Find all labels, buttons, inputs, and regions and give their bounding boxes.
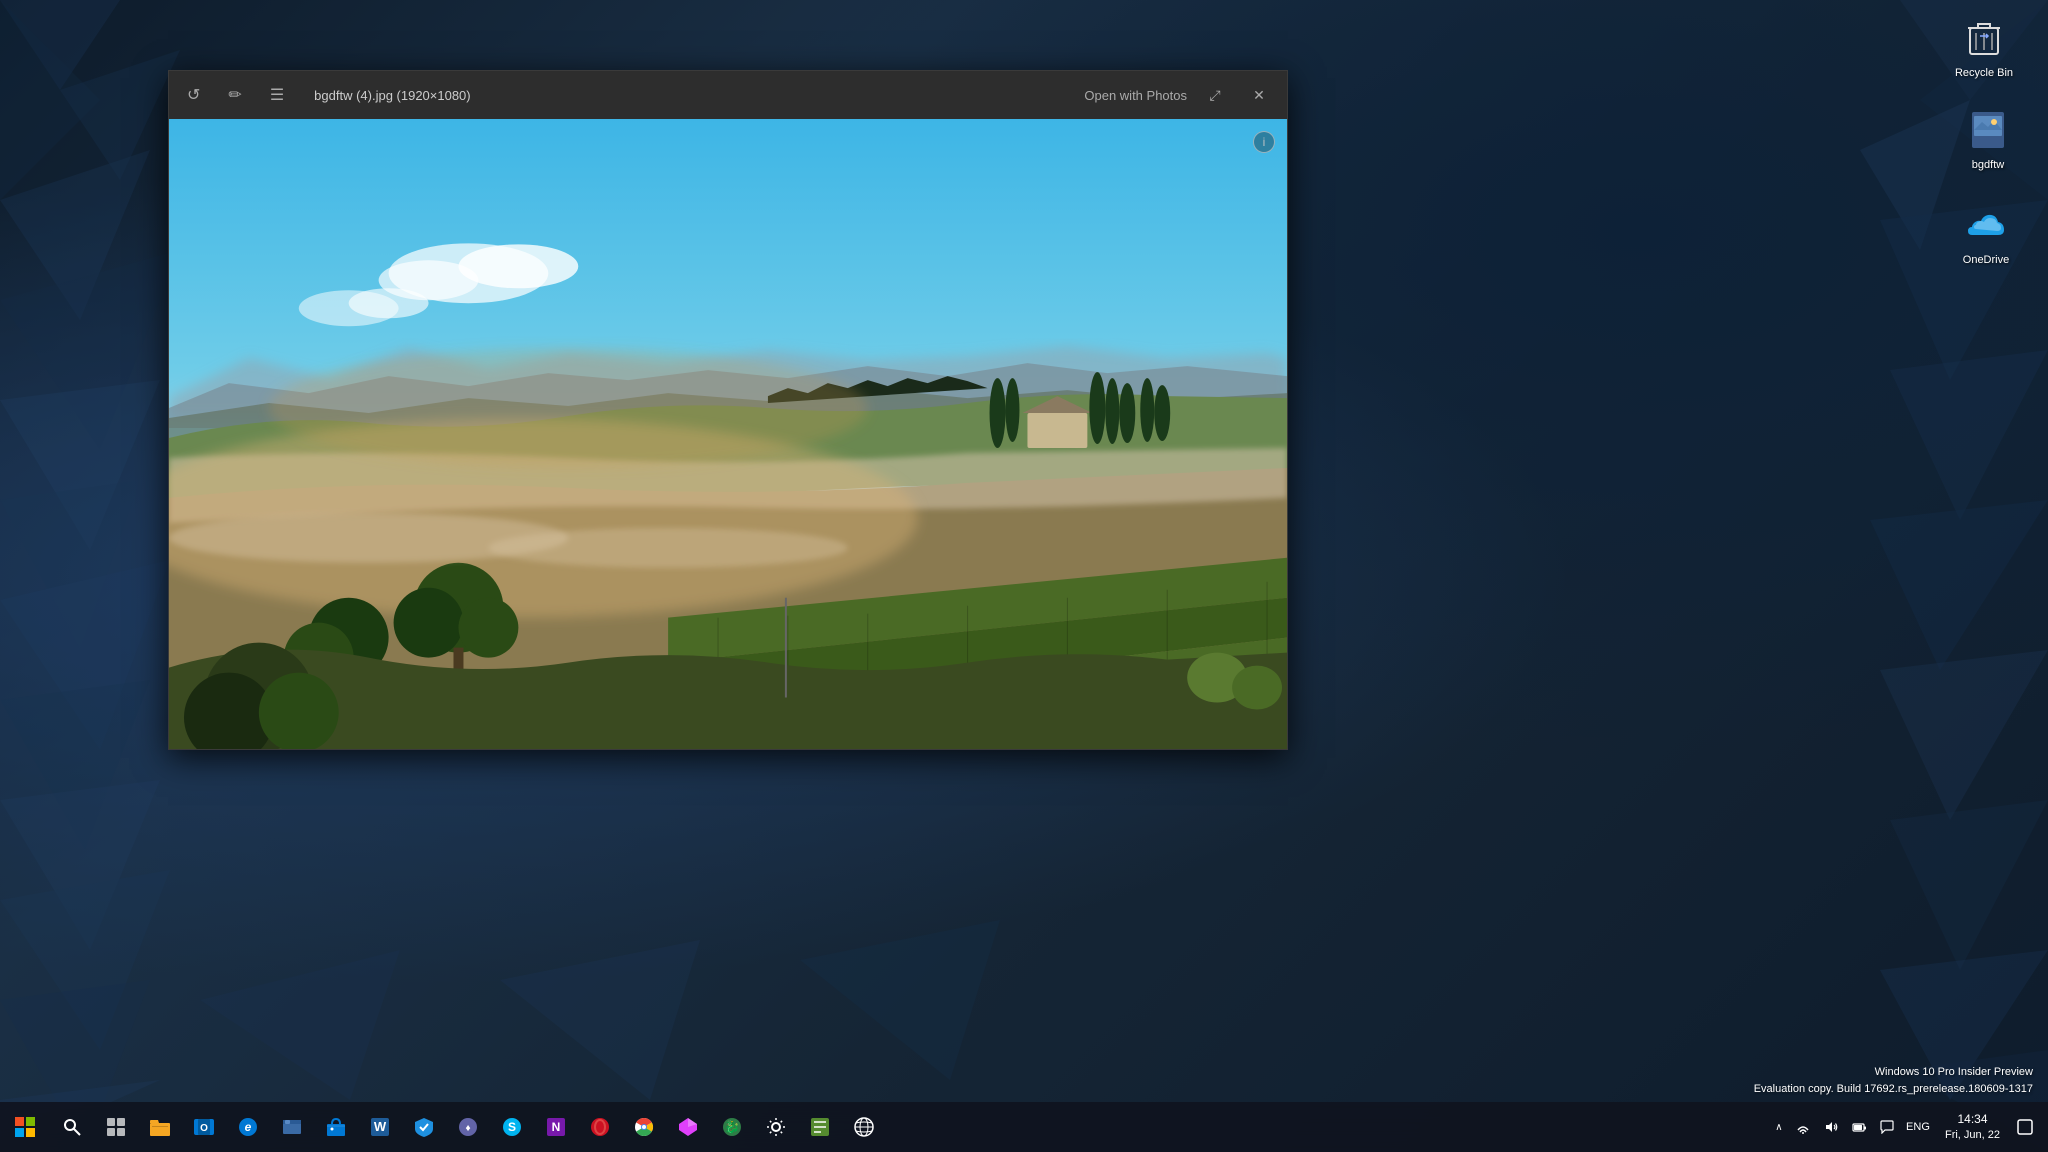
menu-button[interactable]: ☰	[264, 81, 290, 109]
taskbar-explorer[interactable]	[270, 1102, 314, 1152]
titlebar-right: Open with Photos ⤢ ✕	[1084, 71, 1275, 119]
taskbar-apps: O e	[138, 1102, 1769, 1152]
rotate-button[interactable]: ↺	[181, 81, 206, 109]
open-with-photos-button[interactable]: Open with Photos	[1084, 88, 1187, 103]
start-button[interactable]	[0, 1102, 50, 1152]
onedrive-image	[1962, 201, 2010, 249]
recycle-bin-image	[1960, 14, 2008, 62]
taskbar: O e	[0, 1102, 2048, 1152]
bgdftw-file-icon[interactable]: bgdftw	[1948, 100, 2028, 178]
taskbar-chrome[interactable]	[622, 1102, 666, 1152]
clock-time: 14:34	[1957, 1112, 1987, 1128]
svg-text:W: W	[374, 1119, 387, 1134]
system-tray: ∧	[1769, 1102, 2048, 1152]
taskbar-store[interactable]	[314, 1102, 358, 1152]
language-label: ENG	[1906, 1121, 1930, 1133]
titlebar-left: ↺ ✏ ☰ bgdftw (4).jpg (1920×1080)	[181, 81, 471, 109]
edit-button[interactable]: ✏	[222, 81, 247, 109]
taskbar-file-explorer[interactable]	[138, 1102, 182, 1152]
task-view-button[interactable]	[94, 1102, 138, 1152]
tray-language-button[interactable]: ENG	[1901, 1102, 1935, 1152]
taskbar-word[interactable]: W	[358, 1102, 402, 1152]
search-button[interactable]	[50, 1102, 94, 1152]
close-button[interactable]: ✕	[1243, 79, 1275, 111]
taskbar-opera[interactable]	[578, 1102, 622, 1152]
clock-date: Fri, Jun, 22	[1945, 1128, 2000, 1142]
onedrive-label: OneDrive	[1963, 253, 2009, 267]
taskbar-edge[interactable]: e	[226, 1102, 270, 1152]
onedrive-icon[interactable]: OneDrive	[1946, 195, 2026, 273]
photo-content: i	[169, 119, 1287, 749]
svg-text:e: e	[245, 1120, 252, 1134]
bgdftw-image	[1964, 106, 2012, 154]
taskbar-app1[interactable]: ♦	[446, 1102, 490, 1152]
tray-chat-icon[interactable]	[1873, 1102, 1901, 1152]
svg-text:N: N	[552, 1120, 561, 1134]
taskbar-snipping[interactable]	[798, 1102, 842, 1152]
tray-volume-icon[interactable]	[1817, 1102, 1845, 1152]
taskbar-app3[interactable]: 🐉	[710, 1102, 754, 1152]
maximize-button[interactable]: ⤢	[1199, 79, 1231, 111]
photo-image	[169, 119, 1287, 749]
svg-text:🐉: 🐉	[725, 1120, 740, 1134]
taskbar-app2[interactable]	[666, 1102, 710, 1152]
svg-text:S: S	[508, 1120, 516, 1134]
info-button[interactable]: i	[1253, 131, 1275, 153]
taskbar-settings[interactable]	[754, 1102, 798, 1152]
photo-viewer-window: ↺ ✏ ☰ bgdftw (4).jpg (1920×1080) Open wi…	[168, 70, 1288, 750]
taskbar-globe[interactable]	[842, 1102, 886, 1152]
tray-icons	[1789, 1102, 1901, 1152]
bgdftw-label: bgdftw	[1972, 158, 2004, 172]
taskbar-onenote[interactable]: N	[534, 1102, 578, 1152]
taskbar-skype[interactable]: S	[490, 1102, 534, 1152]
svg-text:♦: ♦	[465, 1123, 470, 1134]
tray-expand-button[interactable]: ∧	[1769, 1102, 1789, 1152]
desktop: ↺ ✏ ☰ bgdftw (4).jpg (1920×1080) Open wi…	[0, 0, 2048, 1152]
taskbar-outlook[interactable]: O	[182, 1102, 226, 1152]
photo-viewer-titlebar: ↺ ✏ ☰ bgdftw (4).jpg (1920×1080) Open wi…	[169, 71, 1287, 119]
recycle-bin-label: Recycle Bin	[1955, 66, 2013, 80]
filename-label: bgdftw (4).jpg (1920×1080)	[314, 88, 470, 103]
recycle-bin-icon[interactable]: Recycle Bin	[1944, 8, 2024, 86]
tray-power-icon[interactable]	[1845, 1102, 1873, 1152]
clock-display[interactable]: 14:34 Fri, Jun, 22	[1935, 1102, 2010, 1152]
svg-text:O: O	[200, 1123, 208, 1134]
tray-network-icon[interactable]	[1789, 1102, 1817, 1152]
notification-button[interactable]	[2010, 1102, 2040, 1152]
taskbar-defender[interactable]	[402, 1102, 446, 1152]
